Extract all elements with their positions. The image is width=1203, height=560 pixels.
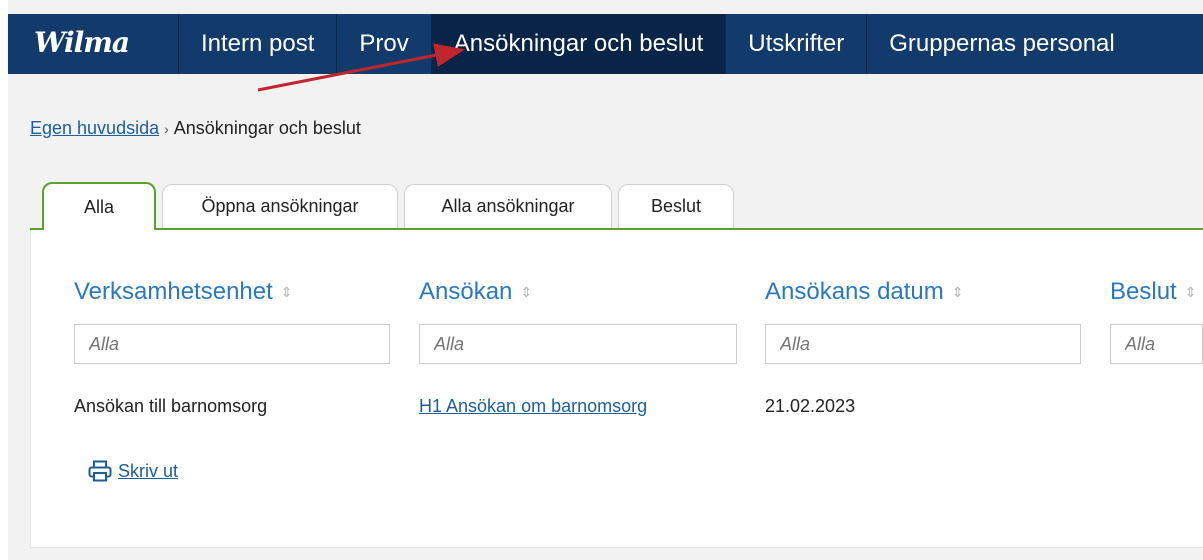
nav-item-utskrifter[interactable]: Utskrifter xyxy=(725,14,866,74)
filter-input-ansokan[interactable] xyxy=(419,324,737,364)
column-header-label: Ansökans datum xyxy=(765,278,944,305)
column-header-beslut[interactable]: Beslut ⇕ xyxy=(1110,278,1196,306)
cell-ansokans-datum: 21.02.2023 xyxy=(765,396,856,416)
filter-input-beslut[interactable] xyxy=(1110,324,1203,364)
sort-icon[interactable]: ⇕ xyxy=(1185,284,1197,300)
filter-input-ansokans-datum[interactable] xyxy=(765,324,1081,364)
breadcrumb-separator: › xyxy=(164,121,169,137)
tab-beslut[interactable]: Beslut xyxy=(618,184,734,228)
column-header-ansokans-datum[interactable]: Ansökans datum ⇕ xyxy=(765,278,964,306)
breadcrumb-current: Ansökningar och beslut xyxy=(173,118,361,138)
wilma-logo[interactable]: Wilma xyxy=(34,26,130,59)
application-link[interactable]: H1 Ansökan om barnomsorg xyxy=(419,396,647,417)
print-link[interactable]: Skriv ut xyxy=(88,460,178,482)
tab-alla[interactable]: Alla xyxy=(42,182,156,230)
column-header-verksamhetsenhet[interactable]: Verksamhetsenhet ⇕ xyxy=(74,278,293,306)
column-header-label: Beslut xyxy=(1110,278,1177,305)
sort-icon[interactable]: ⇕ xyxy=(281,284,293,300)
sort-icon[interactable]: ⇕ xyxy=(520,284,532,300)
printer-icon xyxy=(88,460,112,482)
print-label: Skriv ut xyxy=(118,460,179,481)
nav-item-ansokningar-och-beslut[interactable]: Ansökningar och beslut xyxy=(430,14,726,74)
nav-item-prov[interactable]: Prov xyxy=(336,14,430,74)
main-nav: Intern post Prov Ansökningar och beslut … xyxy=(178,14,1137,74)
breadcrumb: Egen huvudsida › Ansökningar och beslut xyxy=(30,118,361,139)
nav-item-gruppernas-personal[interactable]: Gruppernas personal xyxy=(866,14,1136,74)
tab-oppna-ansokningar[interactable]: Öppna ansökningar xyxy=(162,184,398,228)
sort-icon[interactable]: ⇕ xyxy=(952,284,964,300)
top-navigation-bar: Wilma Intern post Prov Ansökningar och b… xyxy=(8,14,1203,74)
column-header-label: Verksamhetsenhet xyxy=(74,278,273,305)
nav-item-intern-post[interactable]: Intern post xyxy=(178,14,336,74)
tab-alla-ansokningar[interactable]: Alla ansökningar xyxy=(404,184,612,228)
column-header-ansokan[interactable]: Ansökan ⇕ xyxy=(419,278,532,306)
filter-input-verksamhetsenhet[interactable] xyxy=(74,324,390,364)
column-header-label: Ansökan xyxy=(419,278,513,305)
cell-verksamhetsenhet: Ansökan till barnomsorg xyxy=(74,396,268,416)
breadcrumb-home-link[interactable]: Egen huvudsida xyxy=(30,118,159,138)
